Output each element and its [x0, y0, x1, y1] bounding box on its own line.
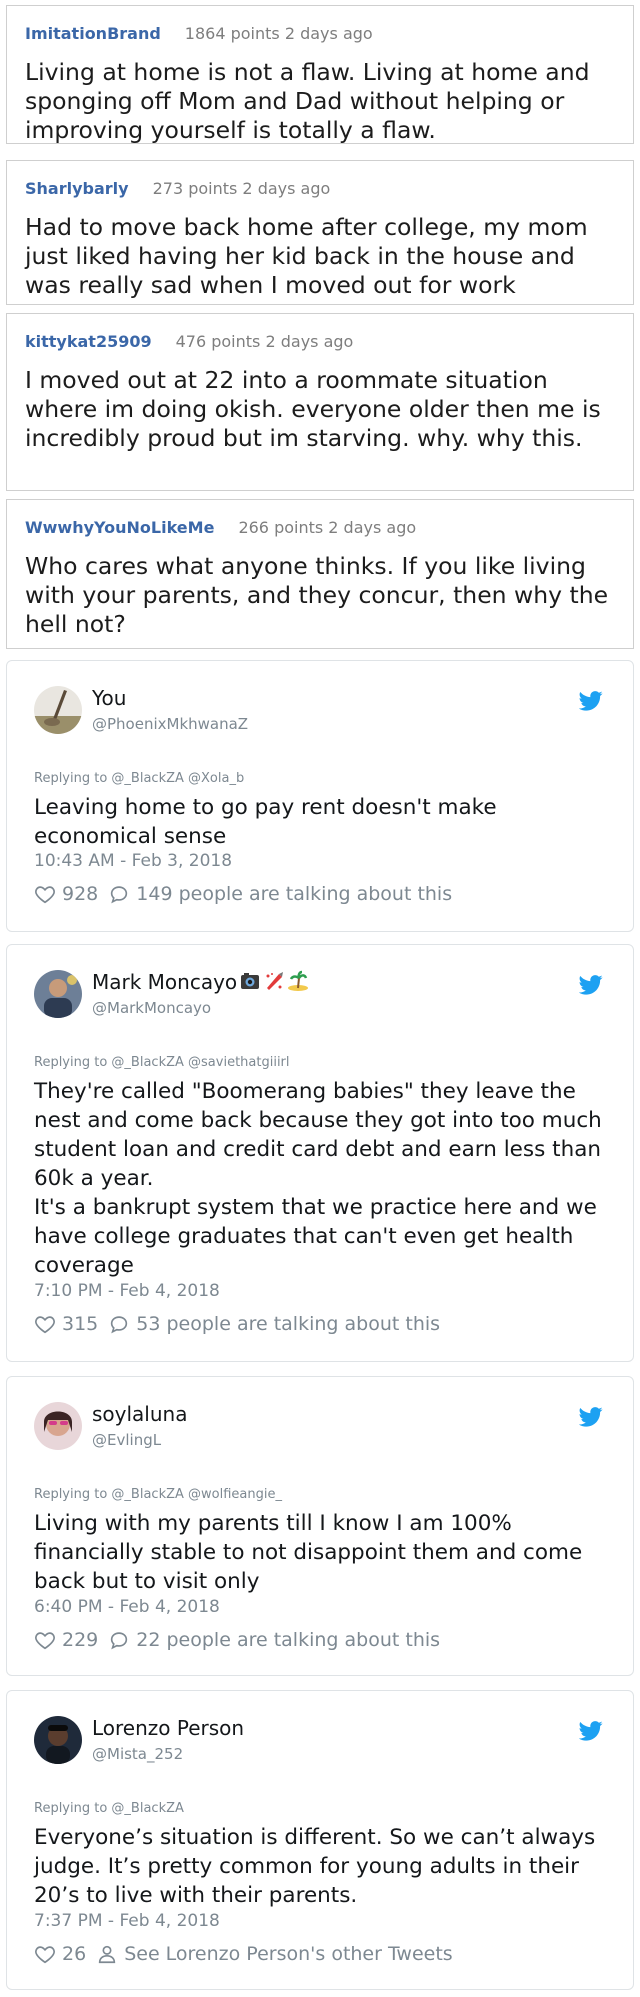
- reply-bubble-icon[interactable]: [108, 1313, 130, 1335]
- tweet-author-handle[interactable]: @Mista_252: [92, 1745, 183, 1763]
- comment-card: ImitationBrand 1864 points 2 days ago Liv…: [6, 5, 634, 144]
- comment-card: WwwhyYouNoLikeMe 266 points 2 days ago Wh…: [6, 499, 634, 649]
- reply-to-line: Replying to @_BlackZA @wolfieangie_: [34, 1487, 282, 1502]
- tweet-card: soylaluna @EvlingL Replying to @_BlackZA…: [6, 1376, 634, 1676]
- comment-header: Sharlybarly 273 points 2 days ago: [25, 179, 330, 198]
- tweet-timestamp[interactable]: 7:37 PM - Feb 4, 2018: [34, 1911, 220, 1931]
- comment-username[interactable]: Sharlybarly: [25, 179, 129, 198]
- reply-count: 53: [136, 1313, 161, 1335]
- talking-label[interactable]: people are talking about this: [167, 1313, 441, 1335]
- heart-icon[interactable]: [34, 1943, 56, 1965]
- rocket-emoji: [266, 972, 284, 990]
- tweet-actions: 26 See Lorenzo Person's other Tweets: [34, 1943, 453, 1965]
- tweet-timestamp[interactable]: 6:40 PM - Feb 4, 2018: [34, 1597, 220, 1617]
- comment-header: kittykat25909 476 points 2 days ago: [25, 332, 353, 351]
- comment-body: Had to move back home after college, my …: [25, 213, 588, 299]
- talking-label[interactable]: people are talking about this: [167, 1629, 441, 1651]
- avatar[interactable]: [34, 686, 82, 734]
- comment-header: ImitationBrand 1864 points 2 days ago: [25, 24, 373, 43]
- like-count: 315: [62, 1313, 99, 1335]
- avatar[interactable]: [34, 1402, 82, 1450]
- twitter-bird-icon[interactable]: [579, 975, 603, 995]
- tweet-text: They're called "Boomerang babies" they l…: [34, 1079, 602, 1278]
- heart-icon[interactable]: [34, 883, 56, 905]
- tweet-text: Leaving home to go pay rent doesn't make…: [34, 795, 497, 849]
- tweet-author-name[interactable]: Mark Moncayo: [92, 970, 309, 994]
- tweet-author-name[interactable]: Lorenzo Person: [92, 1716, 244, 1740]
- person-icon[interactable]: [96, 1943, 118, 1965]
- twitter-bird-icon[interactable]: [579, 1721, 603, 1741]
- heart-icon[interactable]: [34, 1629, 56, 1651]
- comment-card: kittykat25909 476 points 2 days ago I mov…: [6, 313, 634, 491]
- tweet-author-handle[interactable]: @PhoenixMkhwanaZ: [92, 715, 248, 733]
- twitter-bird-icon[interactable]: [579, 1407, 603, 1427]
- comment-username[interactable]: kittykat25909: [25, 332, 152, 351]
- reply-bubble-icon[interactable]: [108, 1629, 130, 1651]
- tweet-card: Lorenzo Person @Mista_252 Replying to @_…: [6, 1690, 634, 1990]
- comment-meta: 1864 points 2 days ago: [184, 24, 373, 43]
- comment-meta: 273 points 2 days ago: [152, 179, 331, 198]
- tweet-timestamp[interactable]: 7:10 PM - Feb 4, 2018: [34, 1281, 220, 1301]
- heart-icon[interactable]: [34, 1313, 56, 1335]
- comment-body: I moved out at 22 into a roommate situat…: [25, 366, 601, 452]
- comment-header: WwwhyYouNoLikeMe 266 points 2 days ago: [25, 518, 416, 537]
- avatar[interactable]: [34, 1716, 82, 1764]
- like-count: 928: [62, 883, 99, 905]
- tweet-actions: 229 22 people are talking about this: [34, 1629, 440, 1651]
- tweet-timestamp[interactable]: 10:43 AM - Feb 3, 2018: [34, 851, 232, 871]
- like-count: 26: [62, 1943, 87, 1965]
- tweet-author-handle[interactable]: @EvlingL: [92, 1431, 161, 1449]
- tweet-author-name[interactable]: You: [92, 686, 126, 710]
- comment-card: Sharlybarly 273 points 2 days ago Had to …: [6, 160, 634, 305]
- tweet-actions: 315 53 people are talking about this: [34, 1313, 440, 1335]
- camera-emoji: [241, 973, 260, 989]
- comment-meta: 266 points 2 days ago: [238, 518, 417, 537]
- comment-body: Living at home is not a flaw. Living at …: [25, 58, 590, 144]
- author-name-text: Mark Moncayo: [92, 970, 238, 994]
- tweet-actions: 928 149 people are talking about this: [34, 883, 452, 905]
- reply-to-line: Replying to @_BlackZA @Xola_b: [34, 771, 245, 786]
- tweet-author-name[interactable]: soylaluna: [92, 1402, 187, 1426]
- reply-count: 22: [136, 1629, 161, 1651]
- tweet-text: Living with my parents till I know I am …: [34, 1511, 583, 1594]
- like-count: 229: [62, 1629, 99, 1651]
- tweet-author-handle[interactable]: @MarkMoncayo: [92, 999, 211, 1017]
- island-emoji: [288, 970, 309, 991]
- tweet-card: You @PhoenixMkhwanaZ Replying to @_Black…: [6, 660, 634, 932]
- reply-to-line: Replying to @_BlackZA @saviethatgiiirl: [34, 1055, 290, 1070]
- comment-username[interactable]: WwwhyYouNoLikeMe: [25, 518, 214, 537]
- other-tweets-link[interactable]: See Lorenzo Person's other Tweets: [124, 1943, 453, 1965]
- reply-count: 149: [136, 883, 173, 905]
- tweet-card: Mark Moncayo @MarkMoncayo Replying to @_…: [6, 944, 634, 1362]
- reply-bubble-icon[interactable]: [108, 883, 130, 905]
- avatar[interactable]: [34, 970, 82, 1018]
- comment-meta: 476 points 2 days ago: [175, 332, 354, 351]
- tweet-text: Everyone’s situation is different. So we…: [34, 1825, 596, 1908]
- talking-label[interactable]: people are talking about this: [179, 883, 453, 905]
- reply-to-line: Replying to @_BlackZA: [34, 1801, 184, 1816]
- comment-username[interactable]: ImitationBrand: [25, 24, 161, 43]
- comment-body: Who cares what anyone thinks. If you lik…: [25, 552, 609, 638]
- twitter-bird-icon[interactable]: [579, 691, 603, 711]
